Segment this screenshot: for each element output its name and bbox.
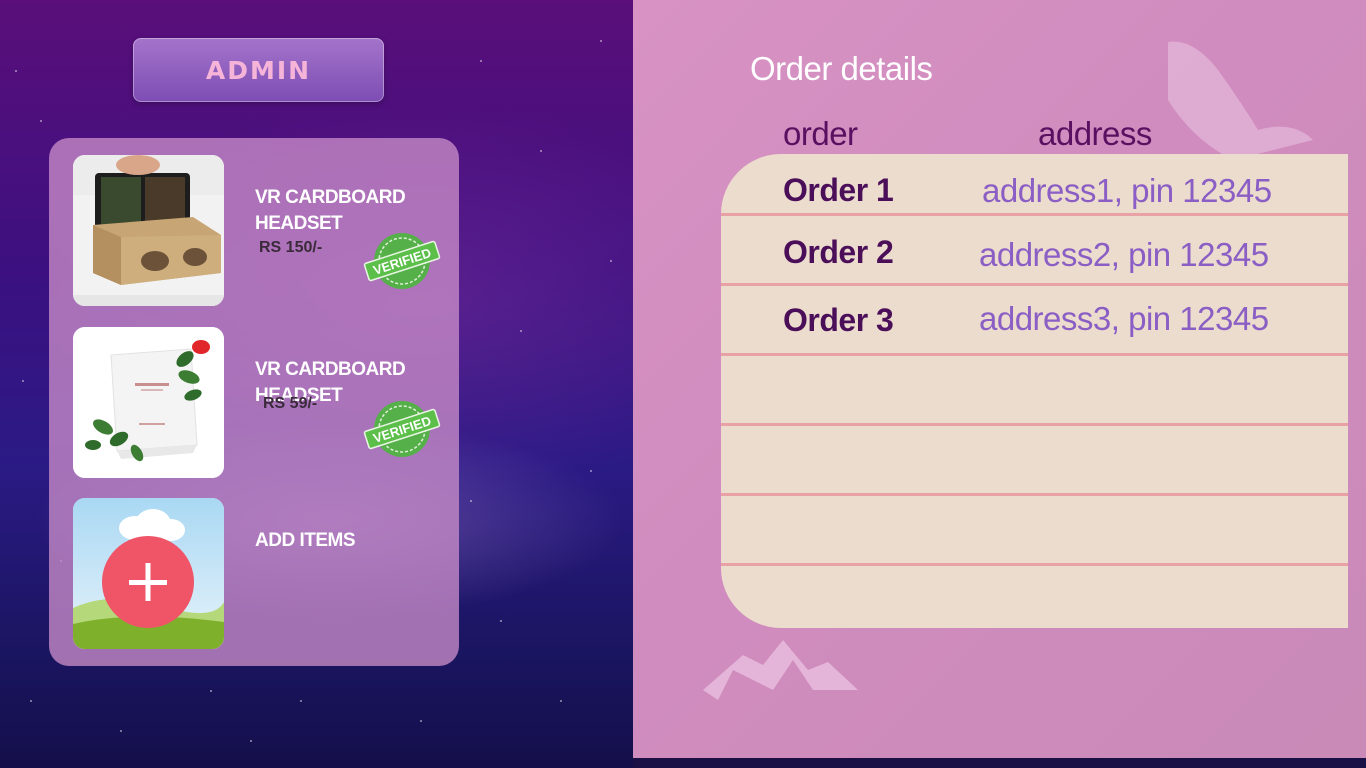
order-cell: Order 1 [783,172,894,208]
table-row[interactable] [721,426,1348,496]
order-details-title: Order details [750,50,933,87]
add-items-label[interactable]: ADD ITEMS [255,528,445,554]
product-price: RS 59/- [263,395,318,412]
orders-panel: Order details order address Order 1 addr… [633,0,1366,758]
order-cell: Order 3 [783,302,894,338]
add-items-tile[interactable] [73,498,224,649]
table-row[interactable]: Order 2 address2, pin 12345 [721,216,1348,286]
table-row[interactable] [721,496,1348,566]
column-header-address: address [1038,115,1152,152]
product-price: RS 150/- [259,239,323,256]
table-row[interactable]: Order 3 address3, pin 12345 [721,286,1348,356]
verified-badge-icon: VERIFIED [363,395,441,463]
orders-table: Order 1 address1, pin 12345 Order 2 addr… [721,154,1348,628]
add-items-item[interactable]: ADD ITEMS [73,498,453,650]
table-row[interactable] [721,566,1348,628]
address-cell: address2, pin 12345 [979,236,1269,273]
product-item[interactable]: VR CARDBOARD HEADSET RS 59/- VERIFIED [73,327,453,479]
admin-sidebar: ADMIN VR CARDBOARD HEADSET RS 150/- VERI… [0,0,633,768]
bottom-strip [633,758,1366,768]
column-header-order: order [783,115,858,152]
product-item[interactable]: VR CARDBOARD HEADSET RS 150/- VERIFIED [73,155,453,307]
products-card: VR CARDBOARD HEADSET RS 150/- VERIFIED V… [49,138,459,666]
admin-button[interactable]: ADMIN [133,38,384,102]
carmesi-box-photo [73,327,224,478]
admin-button-label: ADMIN [205,55,312,85]
order-cell: Order 2 [783,234,894,270]
address-cell: address1, pin 12345 [982,172,1272,209]
table-row[interactable] [721,356,1348,426]
verified-badge-icon: VERIFIED [363,227,441,295]
address-cell: address3, pin 12345 [979,300,1269,337]
vr-cardboard-photo [73,155,224,306]
